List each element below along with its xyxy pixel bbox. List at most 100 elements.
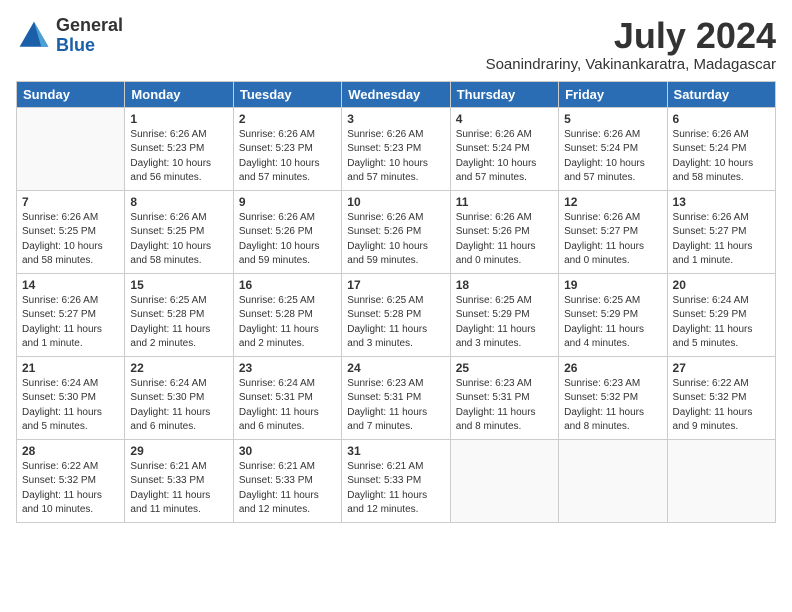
day-number: 29 [130,444,227,458]
day-number: 21 [22,361,119,375]
day-number: 13 [673,195,770,209]
calendar-cell: 17 Sunrise: 6:25 AMSunset: 5:28 PMDaylig… [342,273,450,356]
logo-icon [16,18,52,54]
day-info: Sunrise: 6:25 AMSunset: 5:29 PMDaylight:… [456,295,536,350]
weekday-header-wednesday: Wednesday [342,81,450,107]
day-info: Sunrise: 6:25 AMSunset: 5:29 PMDaylight:… [564,295,644,350]
day-info: Sunrise: 6:24 AMSunset: 5:29 PMDaylight:… [673,295,753,350]
day-number: 8 [130,195,227,209]
day-info: Sunrise: 6:24 AMSunset: 5:31 PMDaylight:… [239,378,319,433]
day-info: Sunrise: 6:23 AMSunset: 5:32 PMDaylight:… [564,378,644,433]
calendar-cell: 1 Sunrise: 6:26 AMSunset: 5:23 PMDayligh… [125,107,233,190]
day-info: Sunrise: 6:21 AMSunset: 5:33 PMDaylight:… [239,461,319,516]
day-info: Sunrise: 6:25 AMSunset: 5:28 PMDaylight:… [130,295,210,350]
calendar-cell: 4 Sunrise: 6:26 AMSunset: 5:24 PMDayligh… [450,107,558,190]
calendar-cell: 13 Sunrise: 6:26 AMSunset: 5:27 PMDaylig… [667,190,775,273]
day-info: Sunrise: 6:26 AMSunset: 5:27 PMDaylight:… [22,295,102,350]
calendar-cell [17,107,125,190]
day-number: 9 [239,195,336,209]
day-number: 17 [347,278,444,292]
weekday-header-tuesday: Tuesday [233,81,341,107]
weekday-header-monday: Monday [125,81,233,107]
day-number: 15 [130,278,227,292]
day-number: 22 [130,361,227,375]
day-number: 5 [564,112,661,126]
logo: General Blue [16,16,123,56]
day-info: Sunrise: 6:26 AMSunset: 5:26 PMDaylight:… [239,212,320,267]
day-info: Sunrise: 6:22 AMSunset: 5:32 PMDaylight:… [22,461,102,516]
day-info: Sunrise: 6:23 AMSunset: 5:31 PMDaylight:… [347,378,427,433]
calendar-cell: 8 Sunrise: 6:26 AMSunset: 5:25 PMDayligh… [125,190,233,273]
calendar-cell: 5 Sunrise: 6:26 AMSunset: 5:24 PMDayligh… [559,107,667,190]
day-number: 12 [564,195,661,209]
day-info: Sunrise: 6:26 AMSunset: 5:25 PMDaylight:… [22,212,103,267]
calendar-cell: 25 Sunrise: 6:23 AMSunset: 5:31 PMDaylig… [450,356,558,439]
weekday-header-friday: Friday [559,81,667,107]
day-number: 19 [564,278,661,292]
calendar-cell [559,439,667,522]
day-number: 14 [22,278,119,292]
day-info: Sunrise: 6:26 AMSunset: 5:23 PMDaylight:… [130,129,211,184]
day-number: 2 [239,112,336,126]
weekday-header-row: SundayMondayTuesdayWednesdayThursdayFrid… [17,81,776,107]
calendar-cell: 10 Sunrise: 6:26 AMSunset: 5:26 PMDaylig… [342,190,450,273]
calendar-cell: 3 Sunrise: 6:26 AMSunset: 5:23 PMDayligh… [342,107,450,190]
weekday-header-sunday: Sunday [17,81,125,107]
day-info: Sunrise: 6:26 AMSunset: 5:24 PMDaylight:… [564,129,645,184]
day-info: Sunrise: 6:22 AMSunset: 5:32 PMDaylight:… [673,378,753,433]
day-number: 26 [564,361,661,375]
day-info: Sunrise: 6:21 AMSunset: 5:33 PMDaylight:… [347,461,427,516]
weekday-header-saturday: Saturday [667,81,775,107]
calendar-cell: 15 Sunrise: 6:25 AMSunset: 5:28 PMDaylig… [125,273,233,356]
calendar-cell: 30 Sunrise: 6:21 AMSunset: 5:33 PMDaylig… [233,439,341,522]
day-number: 6 [673,112,770,126]
calendar-cell: 14 Sunrise: 6:26 AMSunset: 5:27 PMDaylig… [17,273,125,356]
day-info: Sunrise: 6:24 AMSunset: 5:30 PMDaylight:… [22,378,102,433]
calendar-week-5: 28 Sunrise: 6:22 AMSunset: 5:32 PMDaylig… [17,439,776,522]
calendar-cell: 24 Sunrise: 6:23 AMSunset: 5:31 PMDaylig… [342,356,450,439]
calendar-week-3: 14 Sunrise: 6:26 AMSunset: 5:27 PMDaylig… [17,273,776,356]
day-info: Sunrise: 6:26 AMSunset: 5:27 PMDaylight:… [673,212,753,267]
calendar-table: SundayMondayTuesdayWednesdayThursdayFrid… [16,81,776,523]
day-number: 18 [456,278,553,292]
calendar-cell: 20 Sunrise: 6:24 AMSunset: 5:29 PMDaylig… [667,273,775,356]
day-number: 11 [456,195,553,209]
calendar-cell: 22 Sunrise: 6:24 AMSunset: 5:30 PMDaylig… [125,356,233,439]
day-info: Sunrise: 6:26 AMSunset: 5:25 PMDaylight:… [130,212,211,267]
day-number: 28 [22,444,119,458]
day-info: Sunrise: 6:23 AMSunset: 5:31 PMDaylight:… [456,378,536,433]
calendar-cell: 21 Sunrise: 6:24 AMSunset: 5:30 PMDaylig… [17,356,125,439]
day-info: Sunrise: 6:26 AMSunset: 5:23 PMDaylight:… [347,129,428,184]
calendar-cell: 2 Sunrise: 6:26 AMSunset: 5:23 PMDayligh… [233,107,341,190]
month-title: July 2024 [486,16,776,56]
calendar-cell: 23 Sunrise: 6:24 AMSunset: 5:31 PMDaylig… [233,356,341,439]
calendar-cell [450,439,558,522]
day-number: 16 [239,278,336,292]
calendar-cell: 7 Sunrise: 6:26 AMSunset: 5:25 PMDayligh… [17,190,125,273]
day-number: 20 [673,278,770,292]
day-info: Sunrise: 6:26 AMSunset: 5:27 PMDaylight:… [564,212,644,267]
day-number: 4 [456,112,553,126]
day-info: Sunrise: 6:26 AMSunset: 5:23 PMDaylight:… [239,129,320,184]
day-info: Sunrise: 6:26 AMSunset: 5:24 PMDaylight:… [673,129,754,184]
day-number: 7 [22,195,119,209]
calendar-week-1: 1 Sunrise: 6:26 AMSunset: 5:23 PMDayligh… [17,107,776,190]
day-info: Sunrise: 6:24 AMSunset: 5:30 PMDaylight:… [130,378,210,433]
calendar-cell: 26 Sunrise: 6:23 AMSunset: 5:32 PMDaylig… [559,356,667,439]
weekday-header-thursday: Thursday [450,81,558,107]
calendar-week-2: 7 Sunrise: 6:26 AMSunset: 5:25 PMDayligh… [17,190,776,273]
day-number: 1 [130,112,227,126]
calendar-cell: 16 Sunrise: 6:25 AMSunset: 5:28 PMDaylig… [233,273,341,356]
day-info: Sunrise: 6:26 AMSunset: 5:24 PMDaylight:… [456,129,537,184]
day-number: 27 [673,361,770,375]
calendar-cell: 9 Sunrise: 6:26 AMSunset: 5:26 PMDayligh… [233,190,341,273]
day-number: 10 [347,195,444,209]
day-number: 31 [347,444,444,458]
location-subtitle: Soanindrariny, Vakinankaratra, Madagasca… [486,56,776,73]
title-block: July 2024 Soanindrariny, Vakinankaratra,… [486,16,776,73]
calendar-week-4: 21 Sunrise: 6:24 AMSunset: 5:30 PMDaylig… [17,356,776,439]
day-info: Sunrise: 6:25 AMSunset: 5:28 PMDaylight:… [239,295,319,350]
calendar-cell: 11 Sunrise: 6:26 AMSunset: 5:26 PMDaylig… [450,190,558,273]
day-number: 24 [347,361,444,375]
page-header: General Blue July 2024 Soanindrariny, Va… [16,16,776,73]
